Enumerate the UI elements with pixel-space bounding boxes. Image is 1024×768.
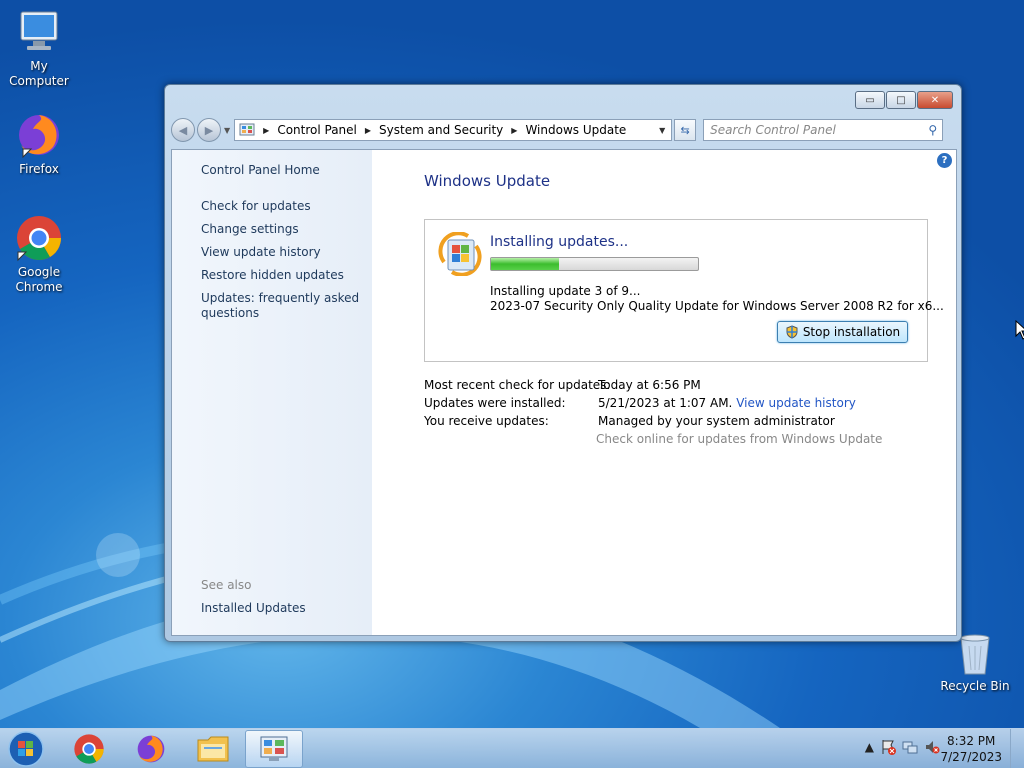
main-content: Windows Update Installing updates... Ins… — [372, 150, 956, 635]
address-dropdown-icon[interactable]: ▼ — [653, 126, 671, 135]
taskbar-firefox[interactable] — [122, 730, 180, 768]
forward-button[interactable]: ▶ — [197, 118, 221, 142]
back-button[interactable]: ◀ — [171, 118, 195, 142]
install-progress-bar — [490, 257, 699, 271]
maximize-button[interactable]: □ — [886, 91, 916, 109]
control-panel-icon — [239, 123, 255, 136]
stop-installation-label: Stop installation — [802, 325, 901, 339]
receive-updates-value: Managed by your system administrator — [598, 414, 835, 428]
window-controls: ▭ □ ✕ — [855, 91, 953, 109]
arrow-left-icon: ◀ — [178, 123, 188, 137]
desktop-icon-firefox[interactable]: Firefox — [0, 111, 79, 177]
sidebar-item-control-panel-home[interactable]: Control Panel Home — [201, 163, 320, 178]
breadcrumb-windows-update[interactable]: Windows Update — [525, 123, 626, 137]
windows-logo-icon — [8, 731, 44, 767]
install-step-text: Installing update 3 of 9... — [490, 284, 641, 298]
recent-pages-dropdown[interactable]: ▼ — [224, 126, 230, 135]
desktop-icon-label: My Computer — [9, 59, 69, 88]
clock-time: 8:32 PM — [947, 734, 996, 748]
sidebar-item-change-settings[interactable]: Change settings — [201, 222, 299, 237]
taskbar: ▲ 8:32 PM 7/27/2023 — [0, 728, 1024, 768]
firefox-icon — [137, 735, 165, 763]
system-tray: ▲ — [865, 739, 940, 755]
breadcrumb-control-panel[interactable]: Control Panel — [277, 123, 357, 137]
start-button[interactable] — [6, 730, 46, 768]
sidebar-item-check-for-updates[interactable]: Check for updates — [201, 199, 311, 214]
taskbar-chrome[interactable] — [60, 730, 118, 768]
installing-heading: Installing updates... — [490, 234, 629, 250]
desktop-icon-chrome[interactable]: Google Chrome — [0, 214, 79, 295]
windows-update-window: ▭ □ ✕ ◀ ▶ ▼ ▶ Control Panel ▶ System and… — [164, 84, 962, 642]
desktop-icon-my-computer[interactable]: My Computer — [0, 8, 79, 89]
chrome-icon — [74, 734, 104, 764]
page-title: Windows Update — [424, 172, 551, 190]
refresh-icon: ⇆ — [680, 123, 690, 137]
sidebar: Control Panel Home Check for updates Cha… — [172, 150, 372, 635]
see-also-label: See also — [201, 578, 252, 592]
network-icon[interactable] — [902, 739, 918, 755]
show-hidden-icons-icon[interactable]: ▲ — [865, 740, 874, 754]
breadcrumb-separator-icon[interactable]: ▶ — [263, 126, 269, 135]
firefox-icon — [15, 111, 63, 159]
breadcrumb-separator-icon[interactable]: ▶ — [365, 126, 371, 135]
shield-icon — [786, 325, 798, 339]
sidebar-item-view-update-history[interactable]: View update history — [201, 245, 321, 260]
sidebar-item-faq[interactable]: Updates: frequently asked questions — [201, 291, 361, 321]
updates-installed-value-row: 5/21/2023 at 1:07 AM. View update histor… — [598, 396, 856, 410]
address-bar[interactable]: ▶ Control Panel ▶ System and Security ▶ … — [234, 119, 673, 141]
close-button[interactable]: ✕ — [917, 91, 953, 109]
mouse-cursor-icon — [1015, 320, 1024, 340]
clock-date: 7/27/2023 — [940, 750, 1002, 764]
updates-installed-value: 5/21/2023 at 1:07 AM. — [598, 396, 733, 410]
action-center-flag-icon[interactable] — [880, 739, 896, 755]
file-explorer-icon — [197, 736, 229, 762]
breadcrumb-system-and-security[interactable]: System and Security — [379, 123, 503, 137]
volume-muted-icon[interactable] — [924, 739, 940, 755]
stop-installation-button[interactable]: Stop installation — [777, 321, 908, 343]
windows-update-icon — [438, 232, 482, 276]
arrow-right-icon: ▶ — [204, 123, 214, 137]
taskbar-file-explorer[interactable] — [184, 730, 242, 768]
window-content: Control Panel Home Check for updates Cha… — [171, 149, 957, 636]
desktop-icon-label: Firefox — [19, 162, 59, 176]
desktop-icon-label: Google Chrome — [15, 265, 63, 294]
show-desktop-button[interactable] — [1010, 729, 1024, 768]
search-icon[interactable]: ⚲ — [928, 123, 937, 137]
progress-fill — [491, 258, 560, 270]
update-name-text: 2023-07 Security Only Quality Update for… — [490, 299, 944, 313]
desktop-icon-label: Recycle Bin — [940, 679, 1010, 693]
refresh-button[interactable]: ⇆ — [674, 119, 697, 141]
update-status-box: Installing updates... Installing update … — [424, 219, 944, 362]
recent-check-label: Most recent check for updates: — [424, 378, 611, 392]
recent-check-value: Today at 6:56 PM — [598, 378, 701, 392]
check-online-link[interactable]: Check online for updates from Windows Up… — [596, 432, 882, 446]
updates-installed-label: Updates were installed: — [424, 396, 566, 410]
chrome-icon — [15, 214, 63, 262]
receive-updates-label: You receive updates: — [424, 414, 549, 428]
control-panel-icon — [260, 736, 288, 761]
navigation-bar: ◀ ▶ ▼ ▶ Control Panel ▶ System and Secur… — [171, 117, 957, 143]
computer-icon — [15, 8, 63, 56]
minimize-button[interactable]: ▭ — [855, 91, 885, 109]
sidebar-item-restore-hidden-updates[interactable]: Restore hidden updates — [201, 268, 344, 283]
search-input[interactable]: Search Control Panel ⚲ — [703, 119, 944, 141]
breadcrumb-separator-icon[interactable]: ▶ — [511, 126, 517, 135]
taskbar-control-panel[interactable] — [245, 730, 303, 768]
sidebar-item-installed-updates[interactable]: Installed Updates — [201, 601, 306, 616]
search-placeholder: Search Control Panel — [710, 123, 836, 137]
view-update-history-link[interactable]: View update history — [736, 396, 856, 410]
clock[interactable]: 8:32 PM 7/27/2023 — [940, 733, 1002, 765]
